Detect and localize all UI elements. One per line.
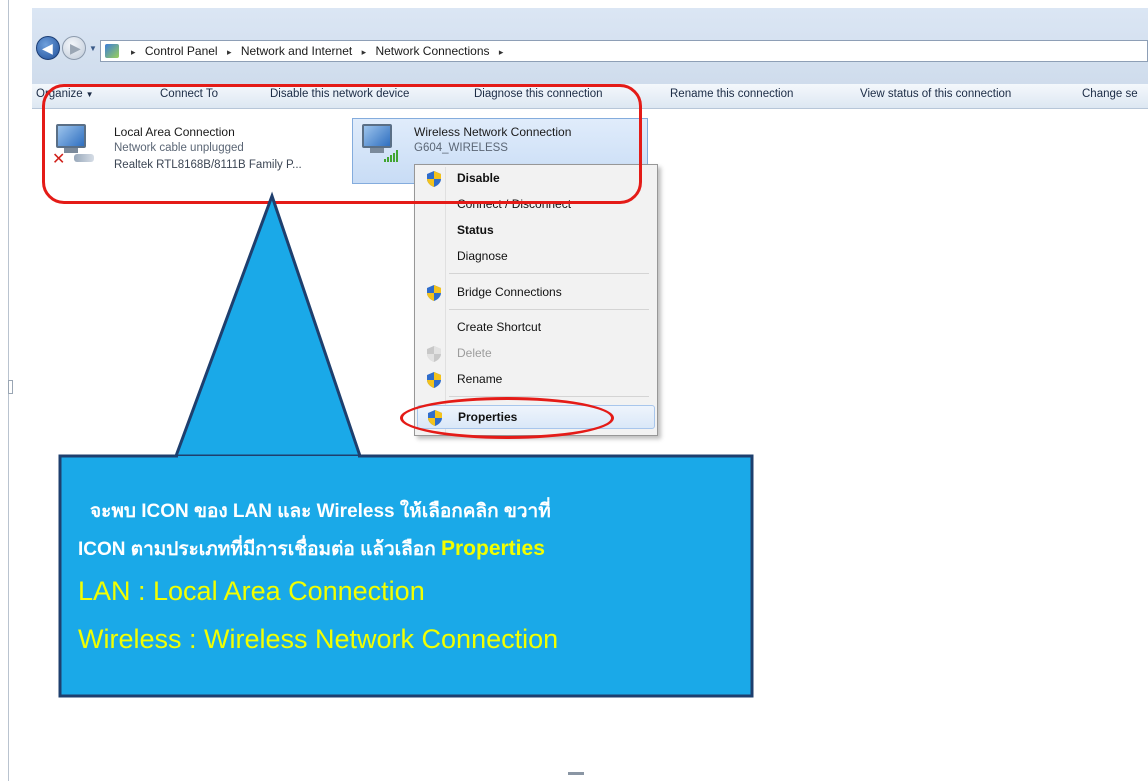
callout-line-1: จะพบ ICON ของ LAN และ Wireless ให้เลือกค… — [90, 501, 551, 522]
callout-line-3: LAN : Local Area Connection — [78, 576, 425, 606]
callout-shape — [58, 191, 754, 698]
callout-pointer — [173, 191, 363, 458]
callout-line-2: ICON ตามประเภทที่มีการเชื่อมต่อ แล้วเลือ… — [78, 534, 545, 564]
callout-line-2-text: ICON ตามประเภทที่มีการเชื่อมต่อ แล้วเลือ… — [78, 539, 436, 560]
screenshot: ◀ ▶ ▼ ▸ Control Panel ▸ Network and Inte… — [0, 0, 1148, 781]
callout-line-4: Wireless : Wireless Network Connection — [78, 624, 559, 654]
callout-properties-highlight: Properties — [441, 537, 545, 560]
